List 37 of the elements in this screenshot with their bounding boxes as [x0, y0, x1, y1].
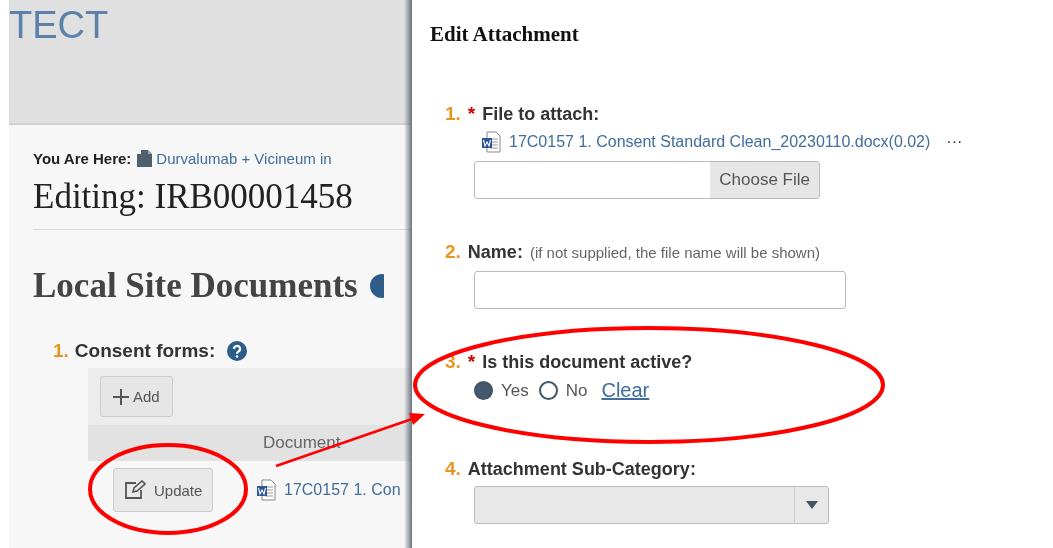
- file-link[interactable]: 17C0157 1. Consent Standard Clean_20230110.docx(0.02): [509, 133, 931, 151]
- radio-label[interactable]: No: [565, 380, 588, 401]
- required-mark: *: [467, 103, 476, 125]
- required-mark: *: [467, 351, 476, 373]
- field-label: Is this document active?: [482, 352, 693, 373]
- question-number: 1.: [445, 103, 461, 125]
- radio-button[interactable]: [474, 381, 493, 400]
- radio-label[interactable]: Yes: [501, 380, 529, 401]
- word-document-icon: [256, 479, 276, 501]
- dialog-title: Edit Attachment: [430, 22, 580, 47]
- radio-button[interactable]: [538, 381, 558, 400]
- name-input[interactable]: [474, 271, 846, 309]
- file-input[interactable]: Choose File: [474, 161, 820, 199]
- field-label: Name:: [467, 242, 523, 263]
- plus-icon: [113, 388, 129, 405]
- word-document-icon: [481, 131, 501, 153]
- question-label: Consent forms:: [74, 340, 216, 362]
- question-number: 1.: [53, 340, 69, 362]
- page-title: Editing: IRB00001458: [33, 177, 354, 217]
- column-header: Document: [262, 433, 341, 453]
- update-button[interactable]: Update: [113, 468, 214, 512]
- field-label: Attachment Sub-Category:: [467, 459, 696, 480]
- logo-text: TECT: [9, 6, 109, 44]
- field-hint: (if not supplied, the file name will be shown): [529, 244, 821, 261]
- document-icon: [137, 149, 154, 167]
- field-label: File to attach:: [482, 104, 600, 125]
- breadcrumb-link[interactable]: Durvalumab + Vicineum in: [156, 149, 332, 167]
- section-title: Local Site Documents: [33, 266, 358, 306]
- question-number: 2.: [445, 241, 461, 263]
- breadcrumb-label: You Are Here:: [33, 149, 132, 167]
- document-link[interactable]: 17C0157 1. Con: [284, 481, 401, 499]
- edit-icon: [124, 480, 146, 500]
- add-button[interactable]: Add: [100, 376, 173, 417]
- dropdown-arrow-icon: [805, 501, 818, 509]
- clear-link[interactable]: Clear: [601, 379, 650, 402]
- more-button[interactable]: ···: [946, 133, 963, 151]
- question-number: 4.: [445, 458, 461, 480]
